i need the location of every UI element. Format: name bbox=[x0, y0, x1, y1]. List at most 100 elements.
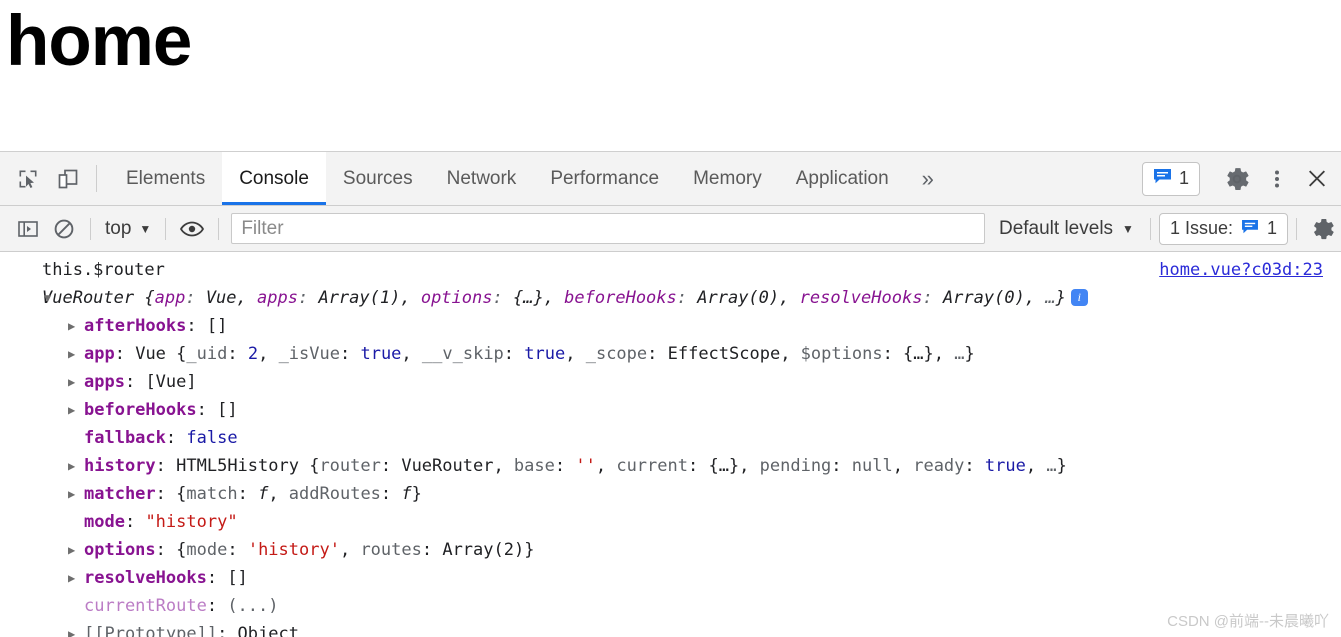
info-icon[interactable]: i bbox=[1070, 289, 1088, 306]
property-body: mode: "history" bbox=[42, 512, 238, 532]
property-colon: : bbox=[155, 484, 177, 504]
tab-performance[interactable]: Performance bbox=[533, 152, 676, 205]
property-value-token: router bbox=[319, 456, 381, 476]
inspect-cursor-icon[interactable] bbox=[8, 152, 48, 205]
property-value-token: true bbox=[524, 344, 566, 364]
property-value-token: current bbox=[616, 456, 688, 476]
tab-memory[interactable]: Memory bbox=[676, 152, 779, 205]
property-value-token: , bbox=[339, 540, 361, 560]
property-colon: : bbox=[217, 624, 238, 637]
property-key: app bbox=[84, 344, 115, 364]
tab-sources[interactable]: Sources bbox=[326, 152, 430, 205]
property-value-token: : bbox=[964, 456, 985, 476]
preview-comma: , bbox=[400, 288, 421, 308]
property-colon: : bbox=[155, 540, 177, 560]
preview-comma: , bbox=[779, 288, 800, 308]
toolbar-divider bbox=[96, 165, 97, 192]
property-value-token: _uid bbox=[186, 344, 228, 364]
execution-context-selector[interactable]: top ▼ bbox=[99, 218, 157, 240]
preview-key: resolveHooks bbox=[799, 288, 923, 308]
property-value-token: addRoutes bbox=[288, 484, 381, 504]
expand-triangle-icon[interactable]: ▶ bbox=[68, 452, 75, 480]
tab-console[interactable]: Console bbox=[222, 152, 326, 205]
property-value-token: : bbox=[339, 344, 361, 364]
property-value-token: ready bbox=[913, 456, 965, 476]
property-key: afterHooks bbox=[84, 316, 187, 336]
filter-input[interactable] bbox=[231, 213, 985, 244]
property-key: apps bbox=[84, 372, 125, 392]
expand-triangle-icon[interactable]: ▶ bbox=[68, 564, 75, 592]
source-link[interactable]: home.vue?c03d:23 bbox=[1159, 256, 1323, 284]
property-value-token: , bbox=[401, 344, 422, 364]
object-property-row[interactable]: ▶ resolveHooks: [] bbox=[0, 564, 1341, 592]
property-value-token: : bbox=[227, 540, 248, 560]
property-value-token: '' bbox=[575, 456, 596, 476]
issues-bar-button[interactable]: 1 Issue: 1 bbox=[1158, 212, 1288, 245]
expand-triangle-icon[interactable]: ▶ bbox=[68, 396, 75, 424]
property-value-token: (...) bbox=[227, 596, 279, 616]
preview-colon: : bbox=[185, 288, 206, 308]
object-property-row[interactable]: ▶ apps: [Vue] bbox=[0, 368, 1341, 396]
property-value-token: : bbox=[380, 484, 402, 504]
issues-counter-button[interactable]: 1 bbox=[1141, 161, 1200, 196]
object-property-row[interactable]: currentRoute: (...) bbox=[0, 592, 1341, 620]
devtools-panel: Elements Console Sources Network Perform… bbox=[0, 152, 1341, 637]
object-property-row[interactable]: fallback: false bbox=[0, 424, 1341, 452]
expand-triangle-icon[interactable]: ▶ bbox=[68, 312, 75, 340]
tab-application[interactable]: Application bbox=[779, 152, 906, 205]
property-value-token: [] bbox=[217, 400, 238, 420]
expand-triangle-icon[interactable]: ▶ bbox=[68, 340, 75, 368]
more-tabs-chevron-icon[interactable]: » bbox=[906, 152, 950, 205]
property-body: history: HTML5History {router: VueRouter… bbox=[42, 456, 1067, 476]
expand-triangle-icon[interactable]: ▼ bbox=[44, 284, 51, 312]
console-result-header-row[interactable]: ▼ VueRouter {app: Vue, apps: Array(1), o… bbox=[0, 284, 1341, 312]
preview-key: beforeHooks bbox=[564, 288, 677, 308]
tab-network[interactable]: Network bbox=[430, 152, 534, 205]
message-bubble-icon bbox=[1241, 218, 1259, 239]
object-property-row[interactable]: ▶ afterHooks: [] bbox=[0, 312, 1341, 340]
object-property-row[interactable]: mode: "history" bbox=[0, 508, 1341, 536]
property-value-token: mode bbox=[186, 540, 228, 560]
page-title: home bbox=[6, 2, 192, 81]
clear-console-icon[interactable] bbox=[46, 211, 82, 247]
preview-brace: { bbox=[134, 288, 155, 308]
tab-elements[interactable]: Elements bbox=[109, 152, 222, 205]
preview-value: Array(0) bbox=[697, 288, 780, 308]
console-toolbar: top ▼ Default levels ▼ 1 Issue: bbox=[0, 206, 1341, 252]
devtools-tab-list: Elements Console Sources Network Perform… bbox=[109, 152, 950, 205]
property-colon: : bbox=[155, 456, 177, 476]
object-property-row[interactable]: ▶ matcher: {match: f, addRoutes: f} bbox=[0, 480, 1341, 508]
property-value-token: , bbox=[258, 344, 279, 364]
expand-triangle-icon[interactable]: ▶ bbox=[68, 368, 75, 396]
property-value-token: HTML5History { bbox=[176, 456, 320, 476]
console-settings-gear-icon[interactable] bbox=[1305, 211, 1341, 247]
object-property-row[interactable]: ▶ beforeHooks: [] bbox=[0, 396, 1341, 424]
kebab-menu-icon[interactable] bbox=[1257, 167, 1297, 191]
object-property-row[interactable]: ▶ app: Vue {_uid: 2, _isVue: true, __v_sk… bbox=[0, 340, 1341, 368]
expand-triangle-icon[interactable]: ▶ bbox=[68, 480, 75, 508]
object-constructor-name: VueRouter bbox=[42, 288, 135, 308]
property-value-token: routes bbox=[360, 540, 422, 560]
property-key: resolveHooks bbox=[84, 568, 207, 588]
console-output[interactable]: this.$router home.vue?c03d:23 ▼ VueRoute… bbox=[0, 252, 1341, 637]
property-value-token: f bbox=[258, 484, 269, 504]
property-key: options bbox=[84, 540, 156, 560]
property-value-token: false bbox=[186, 428, 238, 448]
property-body: options: {mode: 'history', routes: Array… bbox=[42, 540, 534, 560]
object-property-row[interactable]: ▶ options: {mode: 'history', routes: Arra… bbox=[0, 536, 1341, 564]
object-property-row[interactable]: ▶ history: HTML5History {router: VueRoute… bbox=[0, 452, 1341, 480]
property-key: currentRoute bbox=[84, 596, 207, 616]
device-toolbar-icon[interactable] bbox=[48, 152, 88, 205]
object-property-row[interactable]: ▶ [[Prototype]]: Object bbox=[0, 620, 1341, 637]
gear-icon[interactable] bbox=[1217, 166, 1257, 192]
expand-triangle-icon[interactable]: ▶ bbox=[68, 536, 75, 564]
close-icon[interactable] bbox=[1297, 167, 1337, 191]
log-levels-selector[interactable]: Default levels ▼ bbox=[991, 218, 1142, 240]
tab-label: Console bbox=[239, 167, 309, 189]
property-body: fallback: false bbox=[42, 428, 238, 448]
property-key: fallback bbox=[84, 428, 166, 448]
console-sidebar-icon[interactable] bbox=[10, 211, 46, 247]
expand-triangle-icon[interactable]: ▶ bbox=[68, 620, 75, 637]
property-value-token: [Vue] bbox=[145, 372, 197, 392]
live-expression-eye-icon[interactable] bbox=[174, 211, 210, 247]
